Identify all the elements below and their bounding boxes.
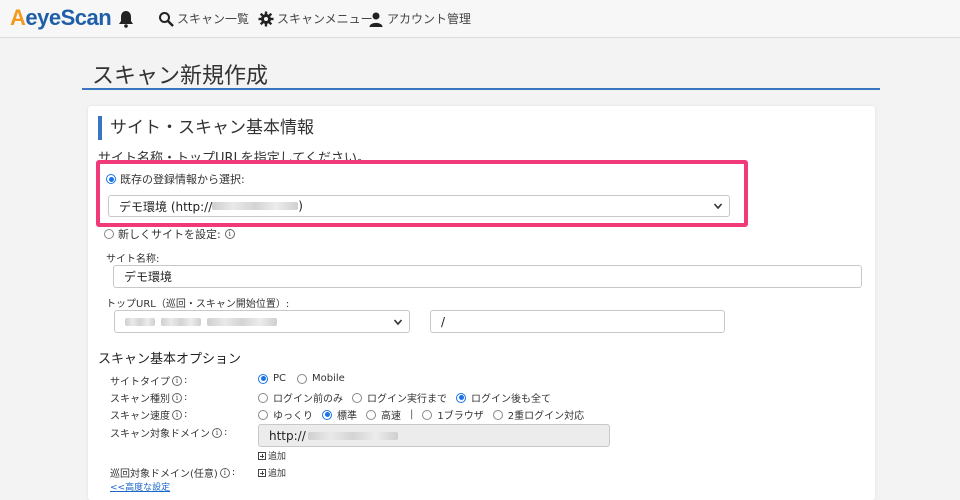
scan-speed-slow-label: ゆっくり	[273, 411, 313, 422]
scan-speed-label-row: スキャン速度 i :	[110, 407, 187, 422]
label-colon: :	[184, 392, 188, 403]
target-domain-input[interactable]: http://	[258, 424, 610, 447]
info-icon[interactable]: i	[172, 375, 182, 386]
top-url-path-value: /	[441, 314, 446, 329]
scan-speed-dual-login-label: 2重ログイン対応	[507, 411, 585, 422]
search-icon	[159, 11, 174, 27]
scan-speed-fast-radio[interactable]	[366, 409, 376, 420]
scan-speed-normal-radio[interactable]	[322, 409, 332, 420]
info-icon[interactable]: i	[219, 467, 230, 478]
logo-text: eyeScan	[25, 5, 112, 30]
site-type-pc-label: PC	[273, 373, 287, 384]
nav-scan-menu-label: スキャンメニュー	[277, 12, 373, 26]
site-type-pc-radio[interactable]	[258, 373, 268, 384]
chevron-down-icon	[393, 318, 403, 325]
options-heading: スキャン基本オプション	[98, 352, 242, 367]
plus-box-icon	[258, 451, 266, 460]
site-type-options: PC Mobile	[258, 373, 345, 384]
scan-kind-after-login-label: ログイン後も全て	[471, 394, 551, 405]
site-type-mobile-label: Mobile	[312, 373, 345, 384]
page-title: スキャン新規作成	[92, 64, 269, 89]
info-icon[interactable]: i	[172, 392, 182, 403]
redacted-domain-part	[207, 317, 277, 326]
scan-kind-before-login-label: ログイン前のみ	[273, 394, 343, 405]
nav-account-label: アカウント管理	[387, 12, 472, 26]
target-domain-add-label: 追加	[268, 452, 287, 462]
info-icon[interactable]: i	[172, 409, 182, 420]
scan-kind-login-exec-radio[interactable]	[352, 392, 362, 403]
option-separator: |	[410, 409, 414, 420]
nav-scan-menu[interactable]: スキャンメニュー	[258, 10, 373, 27]
scan-speed-label: スキャン速度	[110, 411, 170, 422]
site-name-input[interactable]: デモ環境	[113, 265, 862, 288]
top-navbar: AeyeScan スキャン一覧 スキャンメニュー アカウント管理	[0, 0, 960, 38]
info-icon[interactable]: i	[224, 229, 235, 239]
new-site-radio[interactable]	[104, 229, 114, 239]
logo-letter-a: A	[10, 5, 26, 30]
site-type-label: サイトタイプ	[110, 377, 170, 388]
redacted-domain	[307, 431, 398, 440]
site-name-label: サイト名称:	[106, 254, 160, 265]
new-site-option[interactable]: 新しくサイトを設定: i	[104, 226, 235, 242]
site-type-label-row: サイトタイプ i :	[110, 373, 187, 388]
label-colon: :	[224, 427, 228, 438]
scan-speed-normal-label: 標準	[337, 411, 357, 422]
label-colon: :	[184, 409, 188, 420]
scan-speed-one-browser-label: 1ブラウザ	[437, 411, 484, 422]
crawl-domain-add-button[interactable]: 追加	[258, 466, 286, 479]
scan-kind-login-exec-label: ログイン実行まで	[367, 394, 447, 405]
scan-speed-fast-label: 高速	[381, 411, 401, 422]
top-url-domain-select[interactable]	[114, 310, 410, 333]
user-icon	[369, 12, 383, 27]
crawl-domain-add-label: 追加	[268, 469, 287, 479]
label-colon: :	[231, 467, 236, 478]
target-domain-label-row: スキャン対象ドメイン i :	[110, 425, 227, 440]
section-title: サイト・スキャン基本情報	[98, 116, 314, 140]
title-underline	[82, 88, 880, 90]
nav-account[interactable]: アカウント管理	[368, 10, 471, 27]
scan-kind-label: スキャン種別	[110, 394, 170, 405]
scan-speed-one-browser-radio[interactable]	[422, 409, 433, 420]
gear-icon	[258, 11, 274, 26]
new-site-label: 新しくサイトを設定:	[118, 228, 221, 241]
scan-speed-options: ゆっくり 標準 高速 | 1ブラウザ 2重ログイン対応	[258, 407, 584, 422]
advanced-settings-link[interactable]: <<高度な設定	[110, 480, 170, 493]
scan-speed-dual-login-radio[interactable]	[492, 409, 503, 420]
top-url-path-input[interactable]: /	[430, 310, 725, 333]
scan-speed-slow-radio[interactable]	[258, 409, 268, 420]
scan-kind-after-login-radio[interactable]	[456, 392, 466, 403]
redacted-domain-part	[161, 317, 201, 326]
site-type-mobile-radio[interactable]	[297, 373, 308, 384]
crawl-domain-label: 巡回対象ドメイン(任意)	[110, 469, 218, 480]
scan-kind-options: ログイン前のみ ログイン実行まで ログイン後も全て	[258, 390, 551, 405]
scan-kind-before-login-radio[interactable]	[258, 392, 268, 403]
label-colon: :	[184, 375, 188, 386]
nav-scan-list[interactable]: スキャン一覧	[158, 10, 249, 27]
site-name-value: デモ環境	[124, 270, 173, 284]
scan-kind-label-row: スキャン種別 i :	[110, 390, 187, 405]
plus-box-icon	[258, 468, 266, 477]
app-logo[interactable]: AeyeScan	[10, 5, 112, 31]
top-url-label: トップURL（巡回・スキャン開始位置）:	[106, 299, 290, 310]
notification-bell-icon[interactable]	[118, 10, 134, 28]
target-domain-label: スキャン対象ドメイン	[110, 429, 210, 440]
nav-scan-list-label: スキャン一覧	[177, 12, 250, 26]
target-domain-add-button[interactable]: 追加	[258, 449, 286, 462]
info-icon[interactable]: i	[212, 427, 222, 438]
redacted-domain-part	[125, 317, 155, 326]
highlight-box	[96, 160, 748, 227]
crawl-domain-label-row: 巡回対象ドメイン(任意) i :	[110, 465, 235, 480]
target-domain-prefix: http://	[269, 428, 306, 443]
